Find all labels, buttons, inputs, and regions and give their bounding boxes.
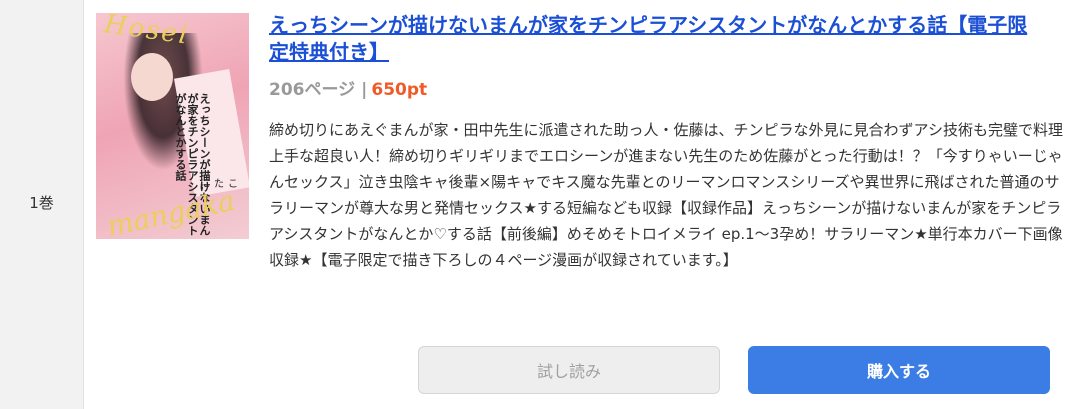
book-title-link[interactable]: えっちシーンが描けないまんが家をチンピラアシスタントがなんとかする話【電子限定特…: [269, 12, 1039, 66]
book-meta: 206ページ | 650pt: [269, 75, 427, 100]
cover-character-face: [131, 53, 173, 101]
price: 650pt: [371, 80, 428, 100]
buy-button[interactable]: 購入する: [748, 346, 1050, 394]
cover-script-bottom: mangaka: [103, 183, 238, 239]
book-row: 1巻 えっちシーンが描けないまんが家をチンピラアシスタントがなんとかする話 Ho…: [0, 0, 1069, 409]
volume-label: 1巻: [29, 194, 54, 212]
book-description: 締め切りにあえぐまんが家・田中先生に派遣された助っ人・佐藤は、チンピラな外見に見…: [269, 121, 1063, 269]
book-cover-image[interactable]: えっちシーンが描けないまんが家をチンピラアシスタントがなんとかする話 Hosei…: [96, 13, 249, 239]
volume-column: 1巻: [0, 0, 84, 409]
cover-script-top: Hosei: [102, 13, 192, 51]
meta-separator: |: [361, 80, 368, 100]
cover-author: にたこ: [200, 179, 242, 190]
page-count: 206ページ: [269, 80, 356, 100]
trial-read-button[interactable]: 試し読み: [418, 346, 720, 394]
